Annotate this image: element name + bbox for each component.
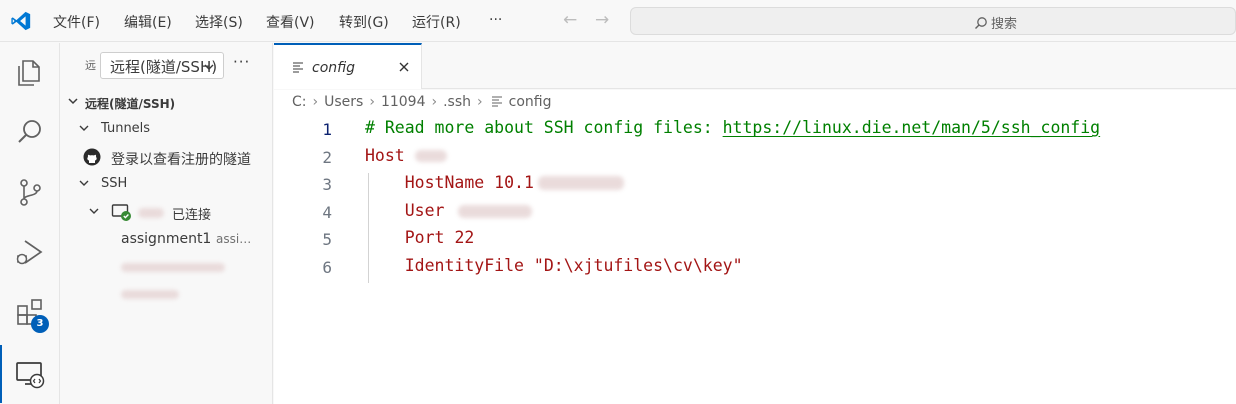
close-icon[interactable] — [398, 61, 410, 73]
chevron-down-icon — [204, 64, 214, 70]
command-center-search[interactable]: 搜索 — [630, 7, 1236, 35]
code-keyword: Port — [404, 228, 445, 247]
code-keyword: User — [404, 201, 445, 220]
search-label: 搜索 — [991, 17, 1018, 32]
back-arrow-icon[interactable]: ← — [563, 10, 577, 30]
code-comment: # Read more about SSH config files: — [365, 118, 723, 137]
chevron-down-icon — [79, 125, 89, 131]
code-keyword: HostName — [404, 173, 485, 192]
breadcrumb-item[interactable]: C: — [292, 94, 307, 110]
tree-item-sign-in-tunnels[interactable]: 登录以查看注册的隧道 — [61, 147, 272, 169]
active-indicator — [0, 345, 2, 403]
breadcrumb-item[interactable]: config — [509, 94, 552, 110]
file-lines-icon — [491, 96, 502, 107]
explorer-icon[interactable] — [13, 56, 47, 90]
tree-item-ssh[interactable]: SSH — [61, 174, 272, 196]
redacted-hostname — [138, 208, 164, 218]
code-link[interactable]: https://linux.die.net/man/5/ssh_config — [723, 118, 1101, 137]
ssh-label: SSH — [101, 176, 128, 191]
file-lines-icon — [293, 62, 303, 73]
breadcrumb-item[interactable]: Users — [324, 94, 363, 110]
source-control-icon[interactable] — [13, 175, 47, 209]
code-string: "D:\xjtufiles\cv\key" — [533, 256, 743, 275]
activity-bar: 3 — [0, 43, 60, 404]
code-line-6: IdentityFile "D:\xjtufiles\cv\key" — [365, 256, 743, 275]
github-icon — [83, 148, 101, 166]
remote-view-select-value: 远程(隧道/SSH) — [110, 58, 218, 76]
line-number: 5 — [322, 230, 332, 249]
extensions-badge: 3 — [31, 315, 49, 333]
remote-view-select[interactable]: 远程(隧道/SSH) — [100, 52, 224, 79]
title-bar: 文件(F) 编辑(E) 选择(S) 查看(V) 转到(G) 运行(R) ··· … — [0, 0, 1236, 42]
host-status: 已连接 — [172, 208, 212, 223]
code-editor[interactable]: C: › Users › 11094 › .ssh › config 1 2 3 4 5 6 #… — [274, 90, 1236, 404]
code-keyword: IdentityFile — [404, 256, 524, 275]
tree-item-redacted-1[interactable] — [61, 257, 272, 279]
redacted-text — [121, 290, 179, 299]
line-number: 3 — [322, 175, 332, 194]
code-line-5: Port 22 — [365, 228, 475, 247]
chevron-right-icon: › — [312, 94, 319, 110]
tab-label: config — [312, 60, 356, 76]
sidebar-title: 远 — [85, 59, 96, 72]
line-number: 2 — [322, 148, 332, 167]
search-icon — [975, 17, 987, 29]
menu-more[interactable]: ··· — [489, 12, 502, 28]
section-remote-header[interactable]: 远程(隧道/SSH) — [61, 92, 272, 114]
more-actions-icon[interactable]: ··· — [233, 53, 250, 71]
menu-file[interactable]: 文件(F) — [53, 12, 100, 32]
chevron-down-icon — [89, 208, 99, 214]
tree-item-tunnels[interactable]: Tunnels — [61, 119, 272, 141]
vscode-logo-icon — [11, 11, 31, 31]
remote-explorer-sidebar: 远 远程(隧道/SSH) ··· 远程(隧道/SSH) Tunnels 登录以查… — [61, 43, 273, 404]
line-number: 4 — [322, 203, 332, 222]
chevron-right-icon: › — [477, 94, 483, 110]
code-line-2: Host — [365, 146, 447, 165]
menu-edit[interactable]: 编辑(E) — [124, 12, 172, 32]
remote-explorer-icon[interactable] — [13, 357, 47, 391]
code-value: 10.1 — [494, 173, 534, 192]
tunnels-label: Tunnels — [101, 121, 151, 136]
redacted-text — [458, 205, 533, 218]
code-line-3: HostName 10.1 — [365, 173, 624, 192]
chevron-right-icon: › — [369, 94, 375, 110]
code-keyword: Host — [365, 146, 405, 165]
chevron-right-icon: › — [431, 94, 438, 110]
menu-run[interactable]: 运行(R) — [412, 12, 461, 32]
search-view-icon[interactable] — [13, 115, 47, 149]
section-remote-title: 远程(隧道/SSH) — [85, 97, 176, 111]
code-value: 22 — [454, 228, 475, 247]
redacted-text — [414, 150, 447, 162]
redacted-text — [537, 176, 624, 190]
code-line-4: User — [365, 201, 533, 220]
tree-item-folder-assignment1[interactable]: assignment1 assignment1 — [61, 229, 272, 251]
tree-item-ssh-host[interactable]: 已连接 — [61, 202, 272, 224]
menu-go[interactable]: 转到(G) — [339, 12, 389, 32]
breadcrumb-item[interactable]: .ssh — [443, 94, 471, 110]
code-line-1: # Read more about SSH config files: http… — [365, 118, 1100, 137]
folder-path-description: assignment1 — [216, 232, 258, 246]
menu-view[interactable]: 查看(V) — [266, 12, 315, 32]
redacted-text — [121, 263, 225, 272]
chevron-down-icon — [68, 98, 78, 105]
breadcrumb: C: › Users › 11094 › .ssh › config — [292, 94, 551, 110]
menu-selection[interactable]: 选择(S) — [195, 12, 243, 32]
editor-tabs: config — [274, 43, 1236, 89]
folder-name: assignment1 — [121, 231, 212, 247]
line-number: 6 — [322, 258, 332, 277]
line-number: 1 — [322, 120, 332, 139]
breadcrumb-item[interactable]: 11094 — [381, 94, 426, 110]
forward-arrow-icon[interactable]: → — [595, 10, 609, 30]
run-debug-icon[interactable] — [13, 235, 47, 269]
chevron-down-icon — [79, 180, 89, 186]
tab-config[interactable]: config — [274, 43, 422, 89]
tree-item-redacted-2[interactable] — [61, 284, 272, 306]
remote-connected-icon — [111, 204, 131, 221]
tunnels-sign-in-text: 登录以查看注册的隧道 — [111, 152, 251, 168]
